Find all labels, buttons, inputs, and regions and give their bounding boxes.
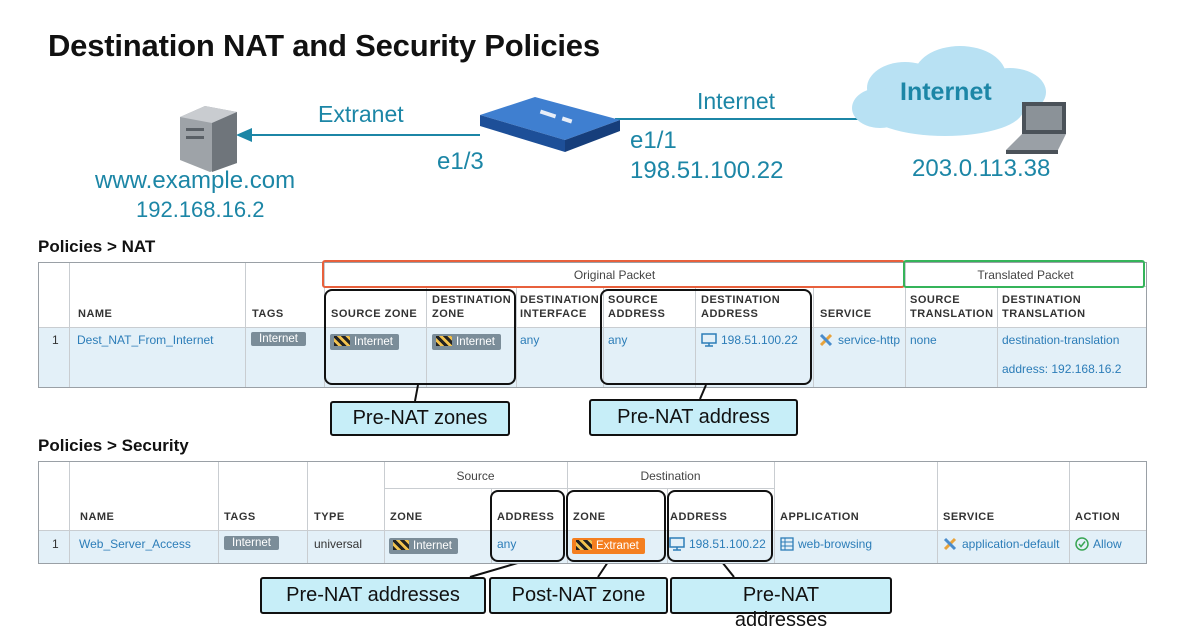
post-nat-zone-label: Post-NAT zone bbox=[489, 577, 668, 614]
security-section-title: Policies > Security bbox=[38, 436, 189, 455]
pre-nat-addresses-label: Pre-NAT addresses bbox=[260, 577, 486, 614]
col-tags[interactable]: TAGS bbox=[224, 510, 256, 524]
rule-type-value: universal bbox=[314, 537, 363, 551]
rule-name-link[interactable]: Web_Server_Access bbox=[79, 537, 191, 551]
col-action[interactable]: ACTION bbox=[1075, 510, 1120, 524]
col-type[interactable]: TYPE bbox=[314, 510, 345, 524]
row-number: 1 bbox=[52, 537, 59, 551]
check-circle-icon bbox=[1075, 537, 1089, 551]
action-allow[interactable]: Allow bbox=[1075, 537, 1122, 551]
col-service[interactable]: SERVICE bbox=[943, 510, 995, 524]
group-source: Source bbox=[456, 469, 495, 483]
col-application[interactable]: APPLICATION bbox=[780, 510, 859, 524]
service-link[interactable]: application-default bbox=[943, 537, 1059, 551]
col-source-zone[interactable]: ZONE bbox=[390, 510, 423, 524]
tag-badge[interactable]: Internet bbox=[224, 536, 279, 550]
pre-nat-addresses-callout-box bbox=[490, 490, 565, 562]
application-link[interactable]: web-browsing bbox=[780, 537, 872, 551]
application-icon bbox=[780, 537, 794, 551]
source-zone-badge[interactable]: Internet bbox=[389, 538, 458, 554]
pre-nat-addresses-destination-label-line2: addresses bbox=[734, 609, 828, 631]
pre-nat-zones-label: Pre-NAT zones bbox=[330, 401, 510, 436]
post-nat-zone-callout-box bbox=[566, 490, 666, 562]
pre-nat-address-label: Pre-NAT address bbox=[589, 399, 798, 436]
pre-nat-destination-callout-box bbox=[667, 490, 773, 562]
wrench-icon bbox=[943, 537, 957, 551]
zone-icon bbox=[393, 540, 409, 550]
col-name[interactable]: NAME bbox=[80, 510, 114, 524]
group-destination: Destination bbox=[640, 469, 701, 483]
